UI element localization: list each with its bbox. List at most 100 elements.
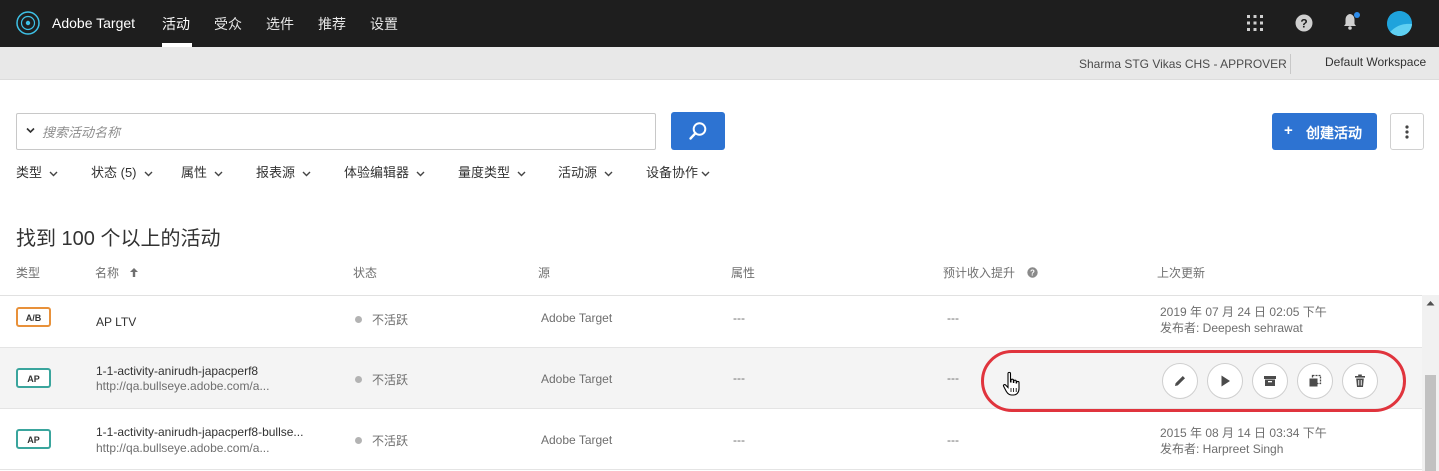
activity-url: http://qa.bullseye.adobe.com/a... bbox=[96, 379, 270, 393]
lift-cell: --- bbox=[947, 371, 959, 385]
filter-label: 设备协作 bbox=[646, 165, 699, 180]
nav-settings[interactable]: 设置 bbox=[370, 14, 398, 34]
activity-name[interactable]: 1-1-activity-anirudh-japacperf8-bullse..… bbox=[96, 425, 303, 439]
search-input[interactable] bbox=[42, 122, 642, 142]
divider bbox=[1290, 54, 1291, 74]
filter-metric-type[interactable]: 量度类型 bbox=[458, 162, 526, 181]
filter-label: 状态 (5) bbox=[91, 165, 137, 180]
chevron-down-icon bbox=[49, 171, 58, 177]
chevron-down-icon bbox=[144, 171, 153, 177]
filter-status[interactable]: 状态 (5) bbox=[91, 162, 153, 181]
status-text: 不活跃 bbox=[372, 313, 409, 327]
lift-cell: --- bbox=[947, 311, 959, 325]
publisher-name: 发布者: Harpreet Singh bbox=[1160, 442, 1284, 456]
filter-experience-composer[interactable]: 体验编辑器 bbox=[344, 162, 425, 181]
column-header-name-label: 名称 bbox=[95, 266, 120, 280]
property-cell: --- bbox=[733, 311, 745, 325]
svg-text:?: ? bbox=[1030, 269, 1035, 278]
notification-bell-icon[interactable] bbox=[1342, 11, 1362, 31]
results-count-title: 找到 100 个以上的活动 bbox=[16, 228, 221, 250]
chevron-down-icon[interactable] bbox=[26, 126, 35, 135]
filter-label: 报表源 bbox=[256, 165, 296, 180]
filter-label: 体验编辑器 bbox=[344, 165, 410, 180]
chevron-down-icon bbox=[701, 171, 710, 177]
nav-audiences[interactable]: 受众 bbox=[214, 14, 242, 34]
activity-type-badge: AP bbox=[16, 368, 51, 388]
profile-avatar-icon[interactable] bbox=[1387, 11, 1412, 36]
status-cell: 不活跃 bbox=[355, 371, 408, 388]
sort-ascending-icon bbox=[130, 268, 139, 277]
source-cell: Adobe Target bbox=[541, 311, 613, 325]
workspace-bar: Sharma STG Vikas CHS - APPROVER Default … bbox=[0, 47, 1439, 80]
top-nav: Adobe Target 活动 受众 选件 推荐 设置 ? bbox=[0, 0, 1439, 47]
filter-label: 类型 bbox=[16, 165, 43, 180]
status-cell: 不活跃 bbox=[355, 432, 408, 449]
adobe-target-logo-icon[interactable] bbox=[16, 11, 40, 35]
more-vertical-icon bbox=[1405, 125, 1409, 139]
last-updated-date: 2015 年 08 月 14 日 03:34 下午 bbox=[1160, 426, 1327, 440]
column-header-status[interactable]: 状态 bbox=[353, 264, 377, 281]
filter-label: 量度类型 bbox=[458, 165, 511, 180]
activity-name[interactable]: AP LTV bbox=[96, 315, 136, 329]
nav-activities[interactable]: 活动 bbox=[162, 14, 190, 34]
activity-type-badge: A/B bbox=[16, 307, 51, 327]
help-icon[interactable]: ? bbox=[1295, 14, 1313, 32]
svg-text:?: ? bbox=[1300, 17, 1307, 31]
filter-activity-source[interactable]: 活动源 bbox=[558, 162, 613, 181]
source-cell: Adobe Target bbox=[541, 372, 613, 386]
column-header-name[interactable]: 名称 bbox=[95, 264, 139, 281]
create-activity-button[interactable]: + 创建活动 bbox=[1272, 113, 1377, 150]
vertical-scrollbar[interactable] bbox=[1422, 295, 1439, 471]
filter-type[interactable]: 类型 bbox=[16, 162, 58, 181]
column-header-source[interactable]: 源 bbox=[538, 264, 550, 281]
search-icon bbox=[689, 122, 707, 140]
column-header-last-updated[interactable]: 上次更新 bbox=[1157, 264, 1205, 281]
status-dot-icon bbox=[355, 316, 362, 323]
filter-label: 活动源 bbox=[558, 165, 598, 180]
user-role-label: Sharma STG Vikas CHS - APPROVER bbox=[1079, 57, 1287, 71]
status-cell: 不活跃 bbox=[355, 311, 408, 328]
chevron-down-icon bbox=[416, 171, 425, 177]
status-text: 不活跃 bbox=[372, 434, 409, 448]
column-header-property[interactable]: 属性 bbox=[731, 264, 755, 281]
search-button[interactable] bbox=[671, 112, 725, 150]
lift-cell: --- bbox=[947, 433, 959, 447]
column-header-type[interactable]: 类型 bbox=[16, 264, 40, 281]
publisher-name: 发布者: Deepesh sehrawat bbox=[1160, 321, 1303, 335]
filter-reporting-source[interactable]: 报表源 bbox=[256, 162, 311, 181]
property-cell: --- bbox=[733, 433, 745, 447]
info-help-icon[interactable]: ? bbox=[1027, 267, 1038, 278]
status-dot-icon bbox=[355, 376, 362, 383]
apps-grid-icon[interactable] bbox=[1246, 14, 1264, 32]
filter-device-cooperation[interactable]: 设备协作 bbox=[646, 162, 710, 181]
scroll-up-arrow-icon[interactable] bbox=[1426, 300, 1435, 306]
property-cell: --- bbox=[733, 371, 745, 385]
column-header-lift[interactable]: 预计收入提升? bbox=[943, 264, 1038, 281]
chevron-down-icon bbox=[517, 171, 526, 177]
activity-type-badge: AP bbox=[16, 429, 51, 449]
column-header-lift-label: 预计收入提升 bbox=[943, 266, 1016, 280]
status-dot-icon bbox=[355, 437, 362, 444]
workspace-selector[interactable]: Default Workspace bbox=[1325, 55, 1426, 69]
nav-offers[interactable]: 选件 bbox=[266, 14, 294, 34]
status-text: 不活跃 bbox=[372, 373, 409, 387]
plus-icon: + bbox=[1284, 122, 1293, 139]
table-row[interactable]: AP 1-1-activity-anirudh-japacperf8-bulls… bbox=[0, 409, 1422, 470]
activity-name[interactable]: 1-1-activity-anirudh-japacperf8 bbox=[96, 364, 258, 378]
scrollbar-thumb[interactable] bbox=[1425, 375, 1436, 471]
highlight-annotation-ring bbox=[981, 350, 1406, 412]
last-updated-date: 2019 年 07 月 24 日 02:05 下午 bbox=[1160, 305, 1327, 319]
activity-url: http://qa.bullseye.adobe.com/a... bbox=[96, 441, 270, 455]
filter-property[interactable]: 属性 bbox=[181, 162, 223, 181]
app-brand[interactable]: Adobe Target bbox=[52, 15, 135, 31]
nav-recommendations[interactable]: 推荐 bbox=[318, 14, 346, 34]
table-row[interactable]: A/B AP LTV 不活跃 Adobe Target --- --- 2019… bbox=[0, 296, 1422, 348]
chevron-down-icon bbox=[302, 171, 311, 177]
search-box bbox=[16, 113, 656, 150]
create-activity-label: 创建活动 bbox=[1306, 125, 1362, 141]
hand-pointer-cursor-icon bbox=[1002, 371, 1020, 396]
more-options-button[interactable] bbox=[1390, 113, 1424, 150]
chevron-down-icon bbox=[604, 171, 613, 177]
source-cell: Adobe Target bbox=[541, 433, 613, 447]
chevron-down-icon bbox=[214, 171, 223, 177]
